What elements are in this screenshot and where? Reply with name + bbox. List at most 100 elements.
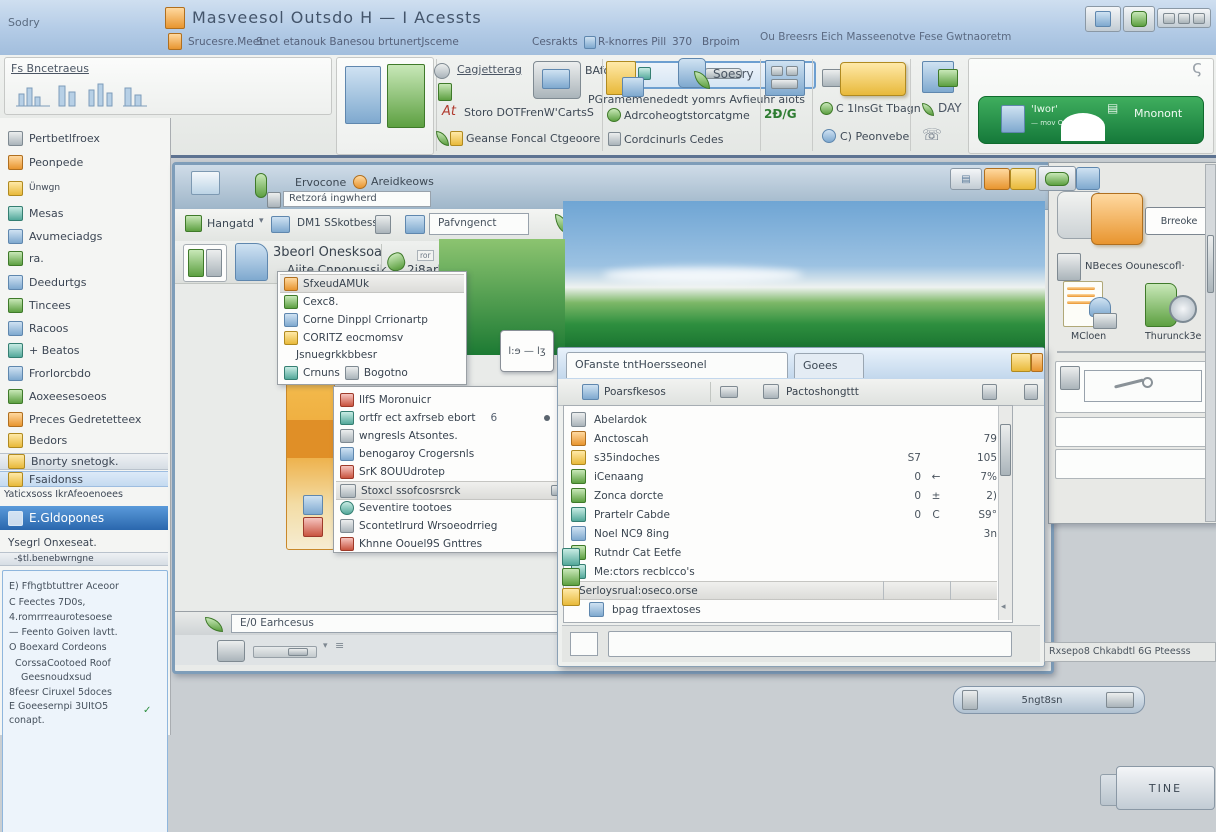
eco-button[interactable] [1038,166,1076,191]
menu-item[interactable]: Srucesre.Meet [188,36,263,48]
sidebar-item[interactable]: Deedurtgs [0,272,168,292]
ribbon-command[interactable]: Adrcoheogtstorcatgme [624,109,750,122]
scroll-arrow-icon[interactable]: ◂ [1001,602,1006,612]
green-banner[interactable]: 'Iwor' — mov O 1 | ▤ Mnonont [978,96,1204,144]
time-button[interactable]: TINE [1116,766,1215,810]
day-label[interactable]: DAY [938,101,962,115]
sidebar-item[interactable]: Bedors [0,430,168,450]
window-button-1[interactable] [1085,6,1121,32]
list-item[interactable]: Scontetlrurd Wrsoeodrrieg [336,517,497,534]
menu-item[interactable]: Brpoim [702,36,740,48]
ribbon-command[interactable]: C) Peonvebe [840,130,909,143]
menu-item[interactable]: Jsnuegrkkbbesr [280,346,377,363]
progress-pill-button[interactable]: 5ngt8sn [953,686,1145,714]
sidebar-item[interactable]: Tincees [0,295,168,315]
list-row[interactable]: iCenaang0←7% [565,467,997,486]
menu-item[interactable]: R-knorres Pill [598,36,666,48]
list-item[interactable]: IlfS Moronuicr [336,391,431,408]
sidebar-item[interactable]: Yaticxsoss IkrAfeoenoees [0,487,168,502]
list-item[interactable]: SrK 8OUUdrotep [336,463,445,480]
toolbar-big-text-1[interactable]: 3beorl Onesksoa [273,245,382,260]
sidebar-item[interactable]: Ysegrl Onxeseat. [0,535,168,551]
sb-icon[interactable] [763,384,779,399]
package-icon[interactable] [840,62,906,96]
list-item[interactable]: wngresls Atsontes. [336,427,458,444]
book-clock-icon[interactable] [1141,281,1199,327]
table-icon[interactable] [405,215,425,234]
subpanel-item[interactable]: 4.romrrreaurotesoese [9,612,161,626]
subpanel-item[interactable]: conapt. [9,715,161,729]
ribbon-command[interactable]: Geanse Foncal Ctgeoore [466,132,600,145]
toolbar-label[interactable]: Poarsfkesos [604,386,666,398]
list-row[interactable]: s35indochesS7105 [565,448,997,467]
monitor-icon[interactable] [982,384,997,400]
sidebar-item[interactable]: Pertbetlfroex [0,128,168,148]
scroll-thumb[interactable] [1207,235,1214,293]
dialog-tab[interactable]: Goees [794,353,864,378]
name-box-label[interactable]: Hangatd [207,217,254,230]
list-item[interactable]: Seventire tootoes [336,499,452,516]
machine-icon[interactable] [533,61,581,99]
minimize-button[interactable] [984,168,1010,190]
list-row[interactable]: Noel NC9 8ing3n [565,524,997,543]
list-row[interactable]: Rutndr Cat Eetfe [565,543,997,562]
list-row[interactable]: Abelardok [565,410,997,429]
subpanel-item[interactable]: O Boexard Cordeons [9,642,161,656]
subpanel-item[interactable]: C Feectes 7D0s, [9,597,161,611]
restore-button[interactable]: ▤ [950,168,982,190]
list-row[interactable]: Prartelr Cabde0CS9° [565,505,997,524]
paragraph-icon[interactable] [375,215,391,234]
sidebar-item[interactable]: Peonpede [0,152,168,172]
list-row[interactable]: Anctoscah79 [565,429,997,448]
empty-row-2[interactable] [1055,449,1209,479]
menu-item[interactable]: CrnunsBogotno [280,364,408,381]
sidebar-item[interactable]: Preces Gedretetteex [0,409,168,429]
toolbar-label[interactable]: Pactoshongttt [786,386,859,398]
sidebar-item[interactable]: Bnorty snetogk. [0,453,168,470]
signature-box[interactable] [1055,361,1209,413]
help-button[interactable] [1011,353,1031,372]
list-item[interactable]: benogaroy Crogersnls [336,445,474,462]
subpanel-item[interactable]: Geesnoudxsud [9,672,173,686]
report-icon[interactable] [345,66,381,124]
ribbon-command[interactable]: Storo DOTFrenW'CartsS [464,106,594,119]
list-row[interactable]: Me:ctors recblcco's [565,562,997,581]
sidebar-item[interactable]: ra. [0,248,168,268]
ribbon-command[interactable]: Cordcinurls Cedes [624,133,724,146]
sidebar-item[interactable]: Frorlorcbdo [0,363,168,383]
inner-menu-item[interactable]: Areidkeows [371,175,434,188]
list-row[interactable]: Zonca dorcte0±2) [565,486,997,505]
menu-item[interactable]: CORITZ eocmomsv [280,329,403,346]
docs-people-icon[interactable] [1063,281,1115,327]
close-button[interactable] [1076,167,1100,190]
menu-item[interactable]: 370 [672,36,692,48]
dropdown-caret-icon[interactable]: ▾ [259,216,264,226]
slider-thumb[interactable] [288,648,308,656]
ribbon-command[interactable]: C 1lnsGt Tbagn [836,102,921,115]
empty-row-1[interactable] [1055,417,1209,447]
list-row[interactable]: bpag tfraextoses [565,600,997,619]
color-swatch[interactable] [271,216,290,233]
menu-item[interactable]: Snet etanouk Banesou brtunertJsceme [256,36,459,48]
list-item-highlighted[interactable]: Stoxcl ssofcosrsrck [336,481,567,500]
sidebar-item[interactable]: -$tl.benebwrngne [0,552,168,566]
list-item[interactable]: ortfr ect axfrseb ebort6 [336,409,550,426]
page-curl-icon[interactable] [235,243,268,281]
building-icon[interactable] [765,60,805,96]
menu-item[interactable]: Cexc8. [280,293,338,310]
search-field[interactable]: Pafvngenct [429,213,529,235]
scroll-thumb[interactable] [1000,424,1011,476]
sidebar-item-selected[interactable]: E.Gldopones [0,506,168,530]
list-row-highlighted[interactable]: Serloysrual:oseco.orse [565,581,997,600]
subpanel-item[interactable]: E Goeesernpi 3UItO5 [9,701,161,715]
caret-icon[interactable]: ▾ [323,641,328,651]
key-icon[interactable] [720,386,738,398]
subpanel-item[interactable]: — Feento Goiven lavtt. [9,627,161,641]
sidebar-item[interactable]: Aoxeesesoeos [0,386,168,406]
printer-icon[interactable] [582,384,599,400]
panel-scrollbar[interactable] [1205,164,1216,522]
menu-item[interactable]: Corne Dinppl Crrionartp [280,311,428,328]
sidebar-item[interactable]: Ünwgn [0,178,168,198]
subpanel-item[interactable]: 8feesr Ciruxel 5doces [9,687,161,701]
sidebar-item[interactable]: Mesas [0,203,168,223]
